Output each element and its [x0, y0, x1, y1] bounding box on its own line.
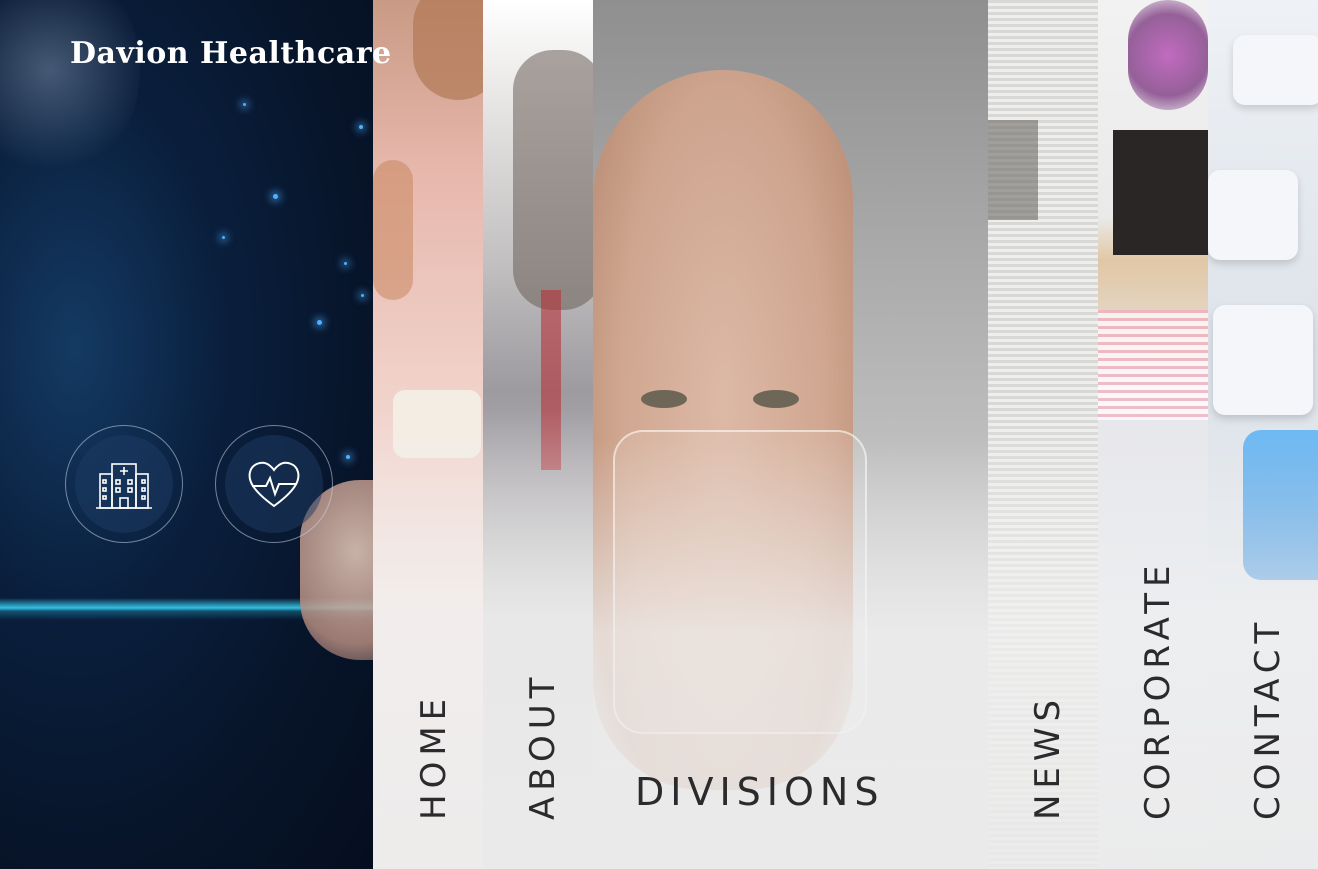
hospital-icon-wrap: [75, 435, 173, 533]
brand-logo[interactable]: Davion Healthcare: [70, 36, 392, 71]
nav-divisions-label[interactable]: DIVISIONS: [635, 770, 884, 814]
star-dot: [273, 194, 278, 199]
nav-panel-contact[interactable]: CONTACT: [1208, 0, 1318, 869]
nav-corporate-label: CORPORATE: [1138, 559, 1178, 820]
health-button[interactable]: [215, 425, 333, 543]
background-finger: [373, 160, 413, 300]
background-key: [1213, 305, 1313, 415]
nav-panel-news[interactable]: NEWS: [988, 0, 1098, 869]
nav-panel-divisions[interactable]: [593, 0, 988, 869]
star-dot: [359, 125, 363, 129]
background-chart-paper: [1098, 310, 1208, 420]
star-dot: [243, 103, 246, 106]
hero-brand-panel: [0, 0, 373, 869]
building-icon: [96, 463, 152, 509]
nav-panel-corporate[interactable]: CORPORATE: [1098, 0, 1208, 869]
heart-pulse-icon: [248, 461, 300, 508]
nav-contact-label: CONTACT: [1248, 616, 1288, 820]
health-icon-wrap: [225, 435, 323, 533]
nav-about-label: ABOUT: [523, 671, 563, 820]
star-dot: [344, 262, 347, 265]
background-vase: [1113, 130, 1208, 255]
star-dot: [317, 320, 322, 325]
nav-panel-home[interactable]: HOME: [373, 0, 483, 869]
star-dot: [346, 455, 350, 459]
nav-home-label: HOME: [414, 692, 454, 820]
background-key: [1208, 170, 1298, 260]
background-eyes: [603, 370, 803, 430]
background-blur: [0, 0, 140, 180]
background-hair: [413, 0, 483, 100]
nav-news-label: NEWS: [1028, 693, 1068, 820]
star-dot: [361, 294, 364, 297]
nav-panel-about[interactable]: ABOUT: [483, 0, 593, 869]
star-dot: [222, 236, 225, 239]
background-newspaper-photo: [988, 120, 1038, 220]
background-flower: [1128, 0, 1208, 110]
background-key: [1233, 35, 1318, 105]
background-man: [513, 50, 593, 310]
hospital-button[interactable]: [65, 425, 183, 543]
